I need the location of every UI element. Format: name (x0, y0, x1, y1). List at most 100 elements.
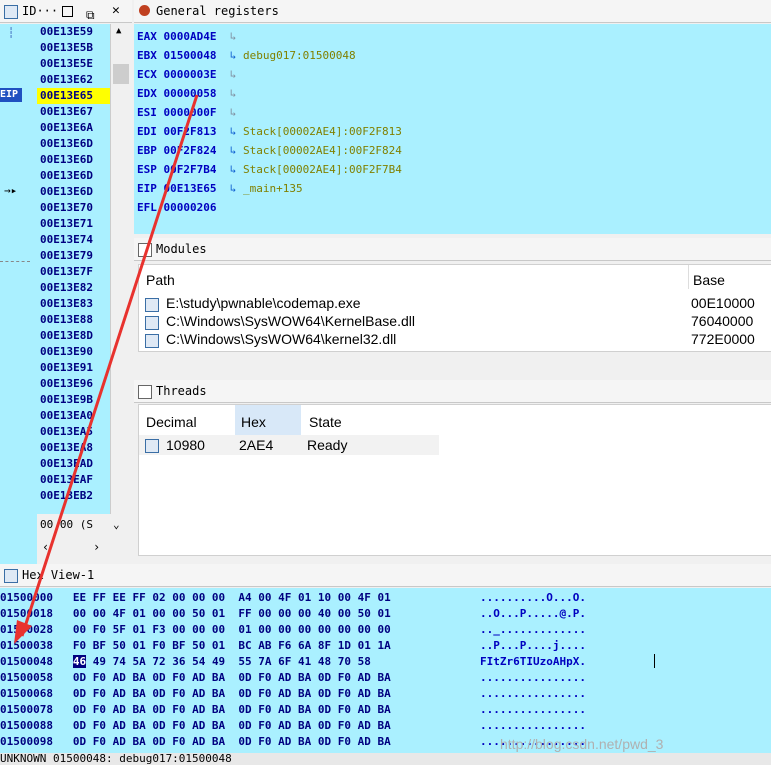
jump-arrow-icon[interactable]: ↳ (216, 30, 243, 43)
address-line[interactable]: 00E13EA8 (37, 440, 110, 456)
hex-bytes[interactable]: 0D F0 AD BA 0D F0 AD BA 0D F0 AD BA 0D F… (73, 719, 391, 732)
ida-vertical-scrollbar[interactable]: ▲ (110, 24, 131, 514)
jump-arrow-icon[interactable]: ↳ (216, 49, 243, 62)
ida-view-toggle-icon[interactable] (62, 6, 73, 17)
address-line[interactable]: 00E13E6D (37, 184, 110, 200)
scroll-up-icon[interactable]: ▲ (116, 26, 121, 36)
hex-bytes[interactable]: 0D F0 AD BA 0D F0 AD BA 0D F0 AD BA 0D F… (73, 703, 391, 716)
module-path[interactable]: C:\Windows\SysWOW64\kernel32.dll (166, 331, 396, 347)
address-line[interactable]: 00E13E5E (37, 56, 110, 72)
ida-horizontal-scrollbar[interactable]: ‹ › (37, 537, 132, 557)
address-line[interactable]: 00E13E6D (37, 168, 110, 184)
jump-arrow-icon[interactable]: ↳ (216, 87, 243, 100)
modules-col-path[interactable]: Path (146, 272, 175, 288)
ida-view-restore-icon[interactable]: ⧉ (86, 4, 95, 26)
register-row[interactable]: EBP 00F2F824 ↳ Stack[00002AE4]:00F2F824 (137, 141, 402, 160)
address-line[interactable]: 00E13E7F (37, 264, 110, 280)
address-line[interactable]: 00E13EA5 (37, 424, 110, 440)
scroll-right-icon[interactable]: › (93, 537, 100, 557)
register-row[interactable]: EIP 00E13E65 ↳ _main+135 (137, 179, 303, 198)
address-line[interactable]: 00E13E91 (37, 360, 110, 376)
register-value[interactable]: 0000000F (157, 106, 216, 119)
address-line[interactable]: 00E13E79 (37, 248, 110, 264)
address-line[interactable]: 00E13E88 (37, 312, 110, 328)
address-line[interactable]: 00E13E67 (37, 104, 110, 120)
jump-arrow-icon[interactable]: ↳ (216, 144, 243, 157)
jump-arrow-icon[interactable]: ↳ (216, 68, 243, 81)
address-line[interactable]: 00E13E71 (37, 216, 110, 232)
register-value[interactable]: 00F2F824 (157, 144, 216, 157)
register-value[interactable]: 0000AD4E (157, 30, 216, 43)
hex-bytes[interactable]: 49 74 5A 72 36 54 49 55 7A 6F 41 48 70 5… (86, 655, 377, 668)
register-value[interactable]: 00000206 (157, 201, 216, 214)
module-base[interactable]: 00E10000 (691, 295, 755, 311)
address-line[interactable]: 00E13E9B (37, 392, 110, 408)
hex-line[interactable]: 01500028 00 F0 5F 01 F3 00 00 00 01 00 0… (0, 622, 586, 638)
jump-arrow-icon[interactable]: ↳ (216, 106, 243, 119)
register-row[interactable]: ECX 0000003E ↳ (137, 65, 243, 84)
chevron-down-icon[interactable]: ⌄ (113, 514, 120, 536)
register-value[interactable]: 00000058 (157, 87, 216, 100)
address-line[interactable]: 00E13E62 (37, 72, 110, 88)
address-line[interactable]: 00E13E65 (37, 88, 110, 104)
threads-col-decimal[interactable]: Decimal (146, 414, 197, 430)
address-line[interactable]: 00E13E83 (37, 296, 110, 312)
address-line[interactable]: 00E13E8D (37, 328, 110, 344)
address-line[interactable]: 00E13E59 (37, 24, 110, 40)
registers-panel[interactable]: EAX 0000AD4E ↳ EBX 01500048 ↳ debug017:0… (134, 24, 771, 234)
address-line[interactable]: 00E13E6A (37, 120, 110, 136)
register-row[interactable]: EFL 00000206 (137, 198, 216, 217)
ida-view-titlebar[interactable]: ID··· ⧉ ✕ (0, 0, 132, 23)
hex-bytes[interactable]: 00 F0 5F 01 F3 00 00 00 01 00 00 00 00 0… (73, 623, 391, 636)
hex-line[interactable]: 01500058 0D F0 AD BA 0D F0 AD BA 0D F0 A… (0, 670, 586, 686)
scroll-thumb[interactable] (113, 64, 129, 84)
register-row[interactable]: EBX 01500048 ↳ debug017:01500048 (137, 46, 356, 65)
address-line[interactable]: 00E13E5B (37, 40, 110, 56)
register-value[interactable]: 0000003E (157, 68, 216, 81)
address-line[interactable]: 00E13EB2 (37, 488, 110, 504)
hexview-panel[interactable]: 01500000 EE FF EE FF 02 00 00 00 A4 00 4… (0, 588, 771, 753)
hex-line[interactable]: 01500018 00 00 4F 01 00 00 50 01 FF 00 0… (0, 606, 586, 622)
register-value[interactable]: 00F2F813 (157, 125, 216, 138)
address-line[interactable]: 00E13EAD (37, 456, 110, 472)
hex-bytes[interactable]: EE FF EE FF 02 00 00 00 A4 00 4F 01 10 0… (73, 591, 391, 604)
jump-arrow-icon[interactable]: ↳ (216, 182, 243, 195)
address-line[interactable]: 00E13E6D (37, 136, 110, 152)
address-line[interactable]: 00E13E82 (37, 280, 110, 296)
hex-bytes[interactable]: F0 BF 50 01 F0 BF 50 01 BC AB F6 6A 8F 1… (73, 639, 391, 652)
hex-line[interactable]: 01500048 46 49 74 5A 72 36 54 49 55 7A 6… (0, 654, 586, 670)
module-path[interactable]: C:\Windows\SysWOW64\KernelBase.dll (166, 313, 415, 329)
modules-col-base[interactable]: Base (693, 272, 725, 288)
register-value[interactable]: 00F2F7B4 (157, 163, 216, 176)
threads-row[interactable]: 10980 2AE4 Ready (139, 435, 439, 455)
hex-line[interactable]: 01500078 0D F0 AD BA 0D F0 AD BA 0D F0 A… (0, 702, 586, 718)
ida-address-list[interactable]: 00E13E59 00E13E5B 00E13E5E 00E13E62 00E13E65… (37, 24, 110, 514)
threads-col-hex[interactable]: Hex (241, 414, 266, 430)
hex-bytes[interactable]: 0D F0 AD BA 0D F0 AD BA 0D F0 AD BA 0D F… (73, 687, 391, 700)
hex-line[interactable]: 01500000 EE FF EE FF 02 00 00 00 A4 00 4… (0, 590, 586, 606)
hex-line[interactable]: 01500068 0D F0 AD BA 0D F0 AD BA 0D F0 A… (0, 686, 586, 702)
hex-line[interactable]: 01500098 0D F0 AD BA 0D F0 AD BA 0D F0 A… (0, 734, 586, 750)
register-value[interactable]: 01500048 (157, 49, 216, 62)
address-line[interactable]: 00E13E96 (37, 376, 110, 392)
hex-line[interactable]: 01500038 F0 BF 50 01 F0 BF 50 01 BC AB F… (0, 638, 586, 654)
address-line[interactable]: 00E13E70 (37, 200, 110, 216)
threads-titlebar[interactable]: Threads (134, 380, 771, 403)
register-row[interactable]: ESI 0000000F ↳ (137, 103, 243, 122)
jump-arrow-icon[interactable]: ↳ (216, 125, 243, 138)
jump-arrow-icon[interactable]: ↳ (216, 163, 243, 176)
hex-bytes[interactable]: 0D F0 AD BA 0D F0 AD BA 0D F0 AD BA 0D F… (73, 671, 391, 684)
address-line[interactable]: 00E13E74 (37, 232, 110, 248)
registers-titlebar[interactable]: General registers (134, 0, 771, 23)
modules-table[interactable]: Path Base E:\study\pwnable\codemap.exe 00… (138, 264, 771, 352)
hexview-titlebar[interactable]: Hex View-1 (0, 564, 771, 587)
hex-line[interactable]: 01500088 0D F0 AD BA 0D F0 AD BA 0D F0 A… (0, 718, 586, 734)
address-line[interactable]: 00E13E90 (37, 344, 110, 360)
module-base[interactable]: 772E0000 (691, 331, 755, 347)
modules-titlebar[interactable]: Modules (134, 238, 771, 261)
threads-col-state[interactable]: State (309, 414, 342, 430)
register-row[interactable]: EDI 00F2F813 ↳ Stack[00002AE4]:00F2F813 (137, 122, 402, 141)
register-row[interactable]: ESP 00F2F7B4 ↳ Stack[00002AE4]:00F2F7B4 (137, 160, 402, 179)
address-line[interactable]: 00E13EA0 (37, 408, 110, 424)
module-path[interactable]: E:\study\pwnable\codemap.exe (166, 295, 361, 311)
